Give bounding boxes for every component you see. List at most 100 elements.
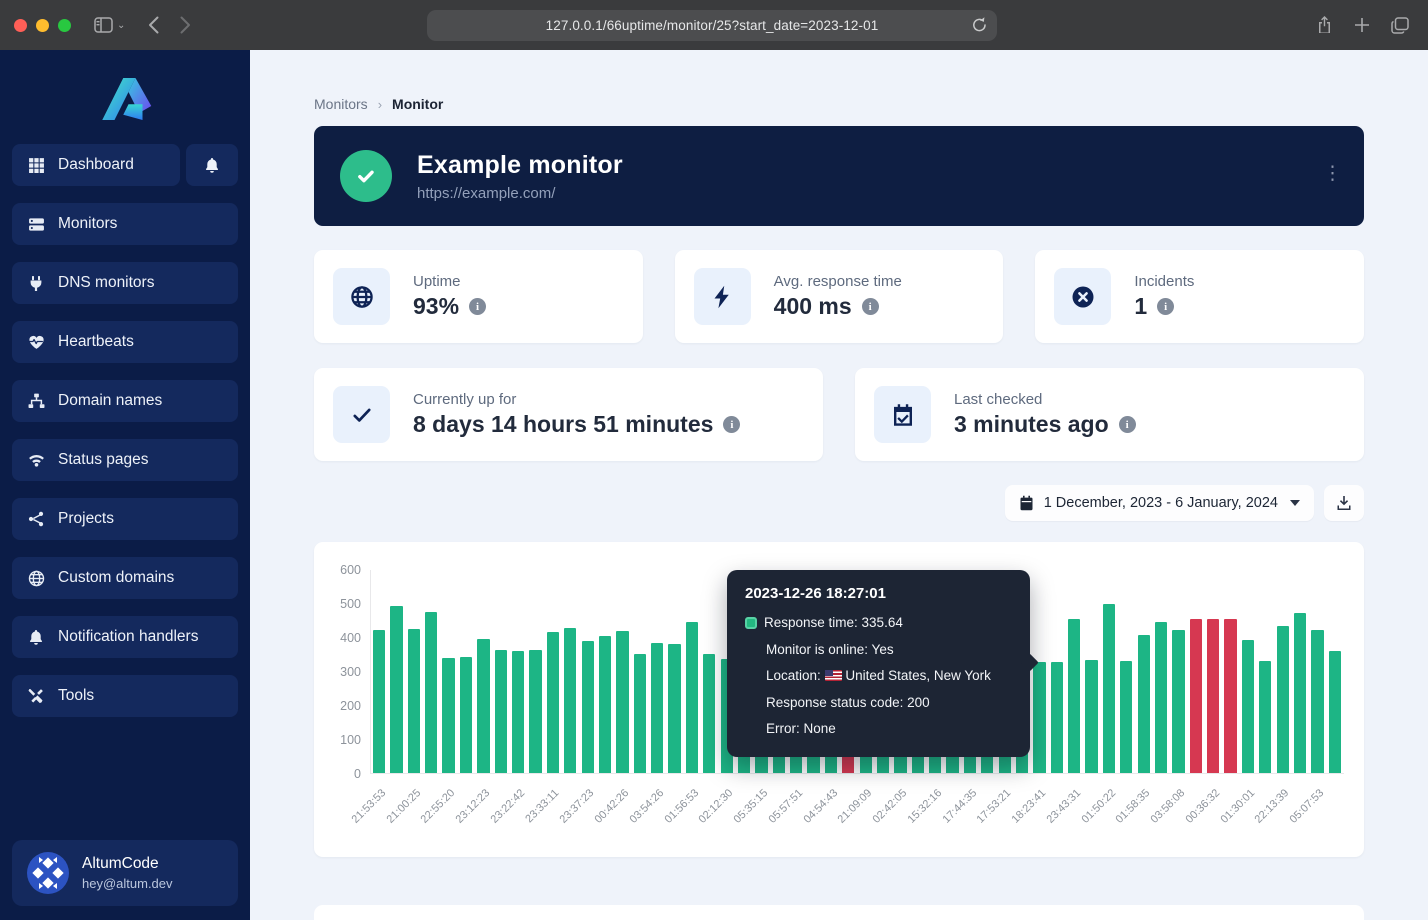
- sidebar-item-notification-handlers[interactable]: Notification handlers: [12, 616, 238, 658]
- chart-bar[interactable]: [442, 658, 454, 773]
- maximize-window-button[interactable]: [58, 19, 71, 32]
- sidebar-item-domain-names[interactable]: Domain names: [12, 380, 238, 422]
- date-range-button[interactable]: 1 December, 2023 - 6 January, 2024: [1005, 485, 1314, 521]
- breadcrumb-monitors-link[interactable]: Monitors: [314, 96, 368, 112]
- address-bar[interactable]: 127.0.0.1/66uptime/monitor/25?start_date…: [427, 10, 997, 41]
- chart-bar[interactable]: [547, 632, 559, 773]
- response-time-chart-card: 2023-12-26 18:27:01 Response time: 335.6…: [314, 542, 1364, 857]
- chart-bar[interactable]: [1120, 661, 1132, 773]
- new-tab-icon[interactable]: [1348, 11, 1376, 39]
- bar-chart[interactable]: 2023-12-26 18:27:01 Response time: 335.6…: [370, 570, 1344, 774]
- sidebar-item-projects[interactable]: Projects: [12, 498, 238, 540]
- forward-button[interactable]: [171, 11, 199, 39]
- chart-bar[interactable]: [1294, 613, 1306, 773]
- avg-response-value: 400 ms: [774, 293, 852, 320]
- chart-bar[interactable]: [529, 650, 541, 773]
- monitor-header-card: Example monitor https://example.com/ ⋮: [314, 126, 1364, 226]
- info-icon[interactable]: i: [469, 298, 486, 315]
- chart-bar[interactable]: [599, 636, 611, 773]
- chart-bar[interactable]: [686, 622, 698, 773]
- download-button[interactable]: [1324, 485, 1364, 521]
- last-checked-value: 3 minutes ago: [954, 411, 1109, 438]
- chevron-right-icon: ›: [378, 97, 382, 112]
- share-icon[interactable]: [1310, 11, 1338, 39]
- tab-overview-chevron-icon[interactable]: ⌄: [117, 20, 125, 31]
- chart-bar[interactable]: [1311, 630, 1323, 773]
- sidebar-item-label: Notification handlers: [58, 628, 198, 646]
- chart-bar[interactable]: [1224, 619, 1236, 773]
- chart-bar[interactable]: [1277, 626, 1289, 773]
- account-name: AltumCode: [82, 855, 173, 873]
- minimize-window-button[interactable]: [36, 19, 49, 32]
- kebab-menu-icon[interactable]: ⋮: [1323, 164, 1342, 183]
- info-icon[interactable]: i: [862, 298, 879, 315]
- chart-bar[interactable]: [1051, 662, 1063, 773]
- chart-bar[interactable]: [1190, 619, 1202, 773]
- account-card[interactable]: AltumCode hey@altum.dev: [12, 840, 238, 906]
- info-icon[interactable]: i: [1119, 416, 1136, 433]
- chart-bar[interactable]: [390, 606, 402, 773]
- chart-bar[interactable]: [425, 612, 437, 773]
- x-axis-label: 05:07:53: [1288, 787, 1327, 826]
- sidebar-item-heartbeats[interactable]: Heartbeats: [12, 321, 238, 363]
- chart-bar[interactable]: [634, 654, 646, 773]
- chart-bar[interactable]: [408, 629, 420, 773]
- grid-icon: [27, 157, 45, 174]
- chart-bar[interactable]: [668, 644, 680, 773]
- sidebar-nav: Dashboard Monitors DNS monitors: [12, 144, 238, 717]
- heart-pulse-icon: [27, 334, 45, 350]
- x-axis-label: 05:35:15: [732, 787, 771, 826]
- reload-icon[interactable]: [971, 16, 988, 34]
- chart-bar[interactable]: [616, 631, 628, 773]
- x-axis-label: 00:42:26: [593, 787, 632, 826]
- x-axis-label: 23:12:23: [454, 787, 493, 826]
- chart-bar[interactable]: [651, 643, 663, 773]
- tab-overview-icon[interactable]: [1386, 11, 1414, 39]
- chart-bar[interactable]: [582, 641, 594, 773]
- chart-bar[interactable]: [373, 630, 385, 773]
- window-controls: [14, 19, 71, 32]
- chart-bar[interactable]: [1207, 619, 1219, 773]
- chart-bar[interactable]: [1085, 660, 1097, 773]
- chart-bar[interactable]: [512, 651, 524, 773]
- chart-bar[interactable]: [703, 654, 715, 773]
- x-axis-label: 01:58:35: [1114, 787, 1153, 826]
- x-axis-label: 23:33:11: [524, 787, 562, 825]
- x-axis-label: 23:43:31: [1044, 787, 1083, 826]
- chart-bar[interactable]: [1329, 651, 1341, 773]
- chart-bar[interactable]: [1068, 619, 1080, 773]
- url-text: 127.0.0.1/66uptime/monitor/25?start_date…: [546, 18, 879, 33]
- info-icon[interactable]: i: [723, 416, 740, 433]
- chart-bar[interactable]: [564, 628, 576, 773]
- sidebar-item-status-pages[interactable]: Status pages: [12, 439, 238, 481]
- monitor-url: https://example.com/: [417, 185, 623, 202]
- back-button[interactable]: [139, 11, 167, 39]
- chart-bar[interactable]: [1103, 604, 1115, 773]
- sidebar-item-custom-domains[interactable]: Custom domains: [12, 557, 238, 599]
- sidebar-item-label: DNS monitors: [58, 274, 154, 292]
- app-logo[interactable]: [12, 62, 238, 144]
- chart-bar[interactable]: [460, 657, 472, 773]
- sidebar-item-dns-monitors[interactable]: DNS monitors: [12, 262, 238, 304]
- chart-bar[interactable]: [477, 639, 489, 773]
- notifications-button[interactable]: [186, 144, 238, 186]
- info-icon[interactable]: i: [1157, 298, 1174, 315]
- chart-bar[interactable]: [1138, 635, 1150, 773]
- chart-bar[interactable]: [1172, 630, 1184, 773]
- last-checked-label: Last checked: [954, 391, 1136, 408]
- y-axis-tick: 200: [327, 699, 361, 713]
- chart-bar[interactable]: [495, 650, 507, 773]
- sidebar-toggle-icon[interactable]: [89, 11, 117, 39]
- sidebar-item-label: Heartbeats: [58, 333, 134, 351]
- sidebar-item-dashboard[interactable]: Dashboard: [12, 144, 180, 186]
- chart-bar[interactable]: [1033, 662, 1045, 773]
- close-window-button[interactable]: [14, 19, 27, 32]
- chart-bar[interactable]: [1242, 640, 1254, 773]
- sidebar-item-tools[interactable]: Tools: [12, 675, 238, 717]
- chart-bar[interactable]: [1259, 661, 1271, 773]
- y-axis-tick: 100: [327, 733, 361, 747]
- tooltip-status-code: Response status code: 200: [745, 690, 1012, 717]
- chart-bar[interactable]: [1155, 622, 1167, 773]
- sidebar-item-monitors[interactable]: Monitors: [12, 203, 238, 245]
- uptime-card: Uptime 93%i: [314, 250, 643, 343]
